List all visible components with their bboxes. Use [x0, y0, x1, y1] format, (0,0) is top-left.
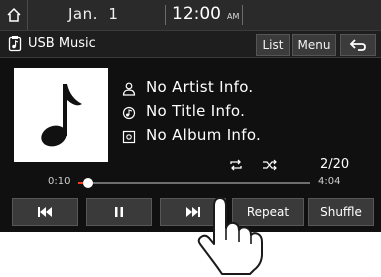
track-title-text: No Title Info. — [146, 102, 246, 120]
status-divider — [242, 5, 243, 25]
status-time: 12:00 — [172, 4, 221, 24]
shuffle-icon — [263, 159, 277, 171]
progress-handle[interactable] — [82, 178, 93, 188]
menu-button[interactable]: Menu — [292, 34, 336, 56]
music-player-screen: Jan. 1 12:00 AM USB Music List Menu No A… — [0, 0, 381, 232]
list-button[interactable]: List — [256, 34, 290, 56]
playback-controls: Repeat Shuffle — [0, 198, 381, 228]
artist-text: No Artist Info. — [146, 78, 254, 96]
progress-bar[interactable] — [78, 178, 310, 188]
album-text: No Album Info. — [146, 126, 262, 144]
track-counter: 2/20 — [320, 157, 350, 172]
home-icon — [6, 7, 21, 22]
status-ampm: AM — [227, 12, 240, 21]
pause-button[interactable] — [86, 198, 152, 226]
repeat-icon — [230, 159, 242, 171]
status-date: Jan. 1 — [68, 5, 119, 23]
album-art — [14, 68, 108, 162]
shuffle-button[interactable]: Shuffle — [308, 198, 374, 226]
pause-icon — [115, 207, 123, 217]
back-arrow-icon — [349, 39, 366, 51]
back-button[interactable] — [340, 34, 376, 56]
page-title: USB Music — [28, 36, 96, 51]
status-bar: Jan. 1 12:00 AM — [0, 0, 381, 30]
total-time: 4:04 — [318, 176, 341, 187]
home-button[interactable] — [0, 0, 28, 30]
elapsed-time: 0:10 — [48, 176, 71, 187]
artist-icon — [122, 82, 136, 96]
usb-music-icon — [8, 36, 22, 52]
status-divider — [165, 5, 166, 25]
previous-button[interactable] — [12, 198, 78, 226]
pointing-hand-icon — [197, 197, 263, 275]
track-title-icon — [122, 106, 136, 120]
previous-track-icon — [38, 207, 52, 217]
album-icon — [122, 130, 136, 144]
music-note-icon — [41, 84, 82, 147]
title-bar: USB Music List Menu — [0, 30, 381, 58]
